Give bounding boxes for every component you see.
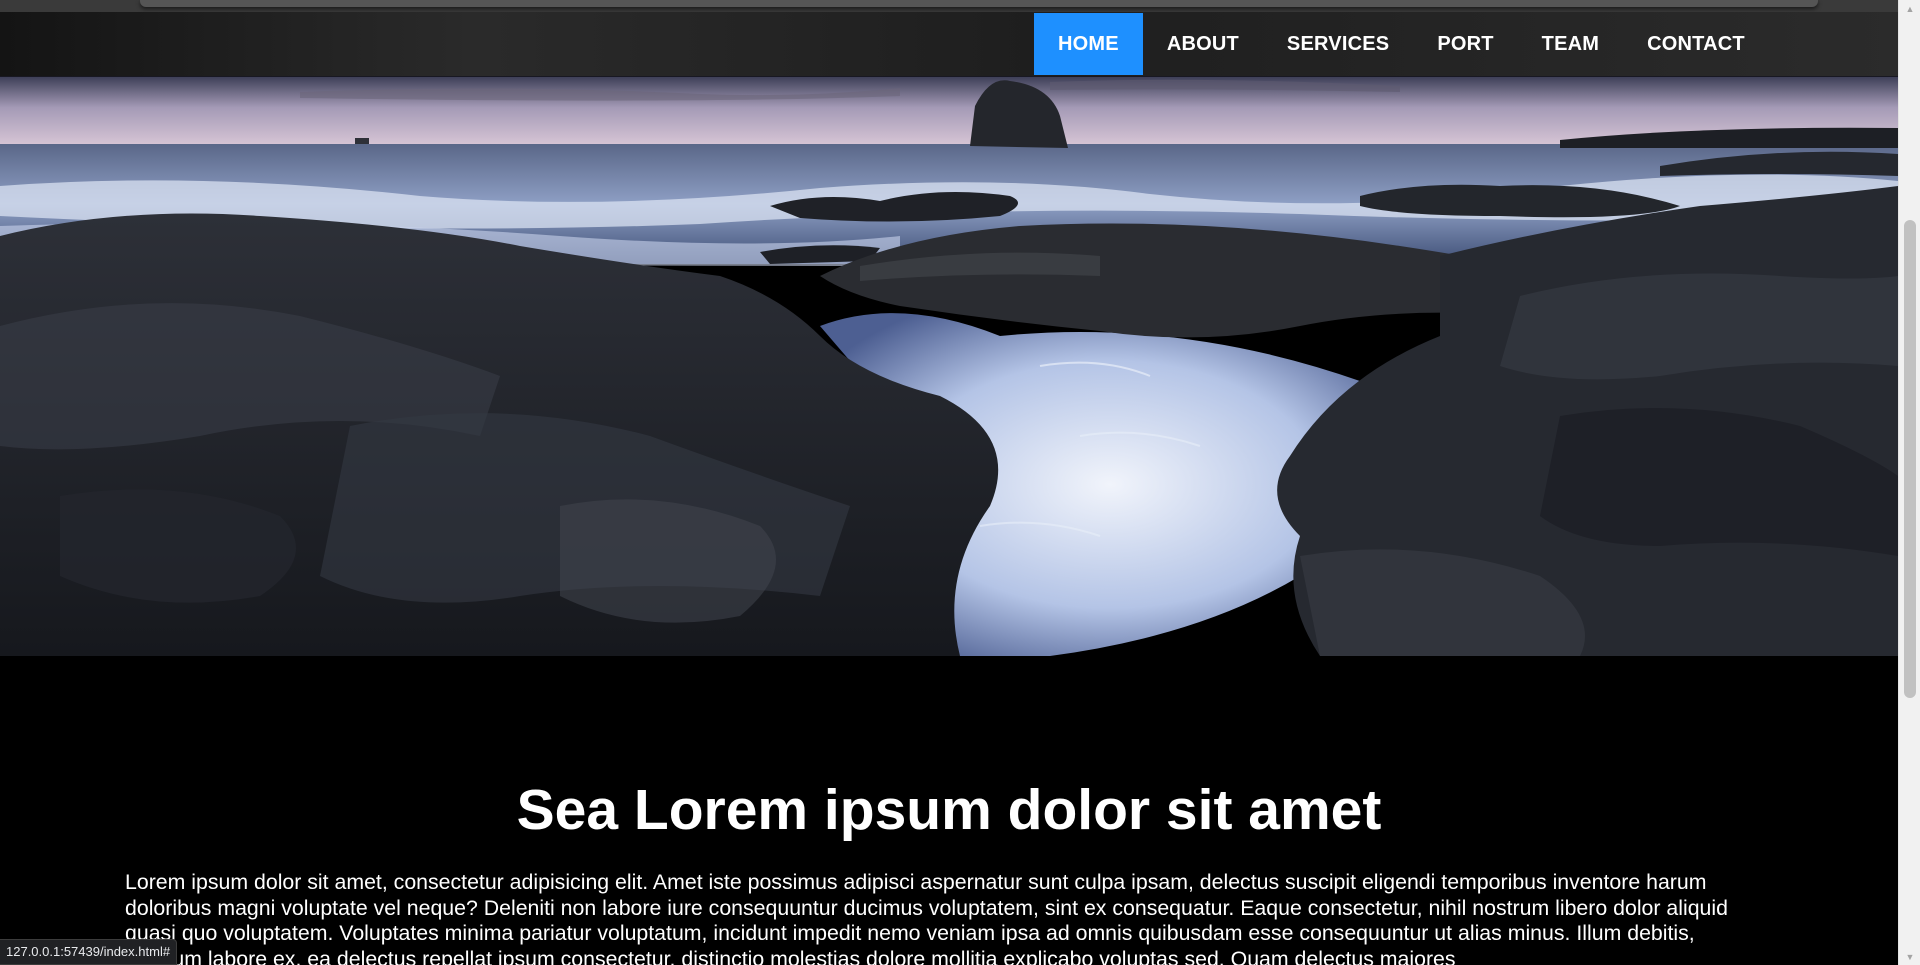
browser-top-edge [140,0,1818,7]
nav-item-services: SERVICES [1263,13,1413,75]
hero-sea-rocks-image [0,76,1898,656]
nav-link-team[interactable]: TEAM [1518,13,1623,75]
nav-link-about[interactable]: ABOUT [1143,13,1263,75]
content-section: Sea Lorem ipsum dolor sit amet Lorem ips… [0,656,1898,965]
browser-top-strip [0,0,1898,12]
nav-link-home[interactable]: HOME [1034,13,1143,75]
scrollbar-thumb[interactable] [1904,220,1916,698]
nav-item-contact: CONTACT [1623,13,1769,75]
page-scrollbar[interactable]: ▲ ▼ [1898,0,1920,965]
section-heading: Sea Lorem ipsum dolor sit amet [516,778,1382,842]
browser-viewport: HOME ABOUT SERVICES PORT TEAM CONTACT Se… [0,0,1920,965]
nav-item-team: TEAM [1518,13,1623,75]
nav-item-home: HOME [1034,13,1143,75]
nav-item-about: ABOUT [1143,13,1263,75]
nav-link-contact[interactable]: CONTACT [1623,13,1769,75]
link-status-bar: 127.0.0.1:57439/index.html# [0,939,178,965]
section-paragraph: Lorem ipsum dolor sit amet, consectetur … [125,870,1728,965]
nav-item-port: PORT [1413,13,1517,75]
navbar: HOME ABOUT SERVICES PORT TEAM CONTACT [0,12,1898,76]
nav-link-services[interactable]: SERVICES [1263,13,1413,75]
scroll-up-arrow-icon[interactable]: ▲ [1899,0,1920,17]
nav-link-port[interactable]: PORT [1413,13,1517,75]
hero-image [0,76,1898,656]
nav-menu: HOME ABOUT SERVICES PORT TEAM CONTACT [1034,13,1769,75]
scroll-down-arrow-icon[interactable]: ▼ [1899,948,1920,965]
